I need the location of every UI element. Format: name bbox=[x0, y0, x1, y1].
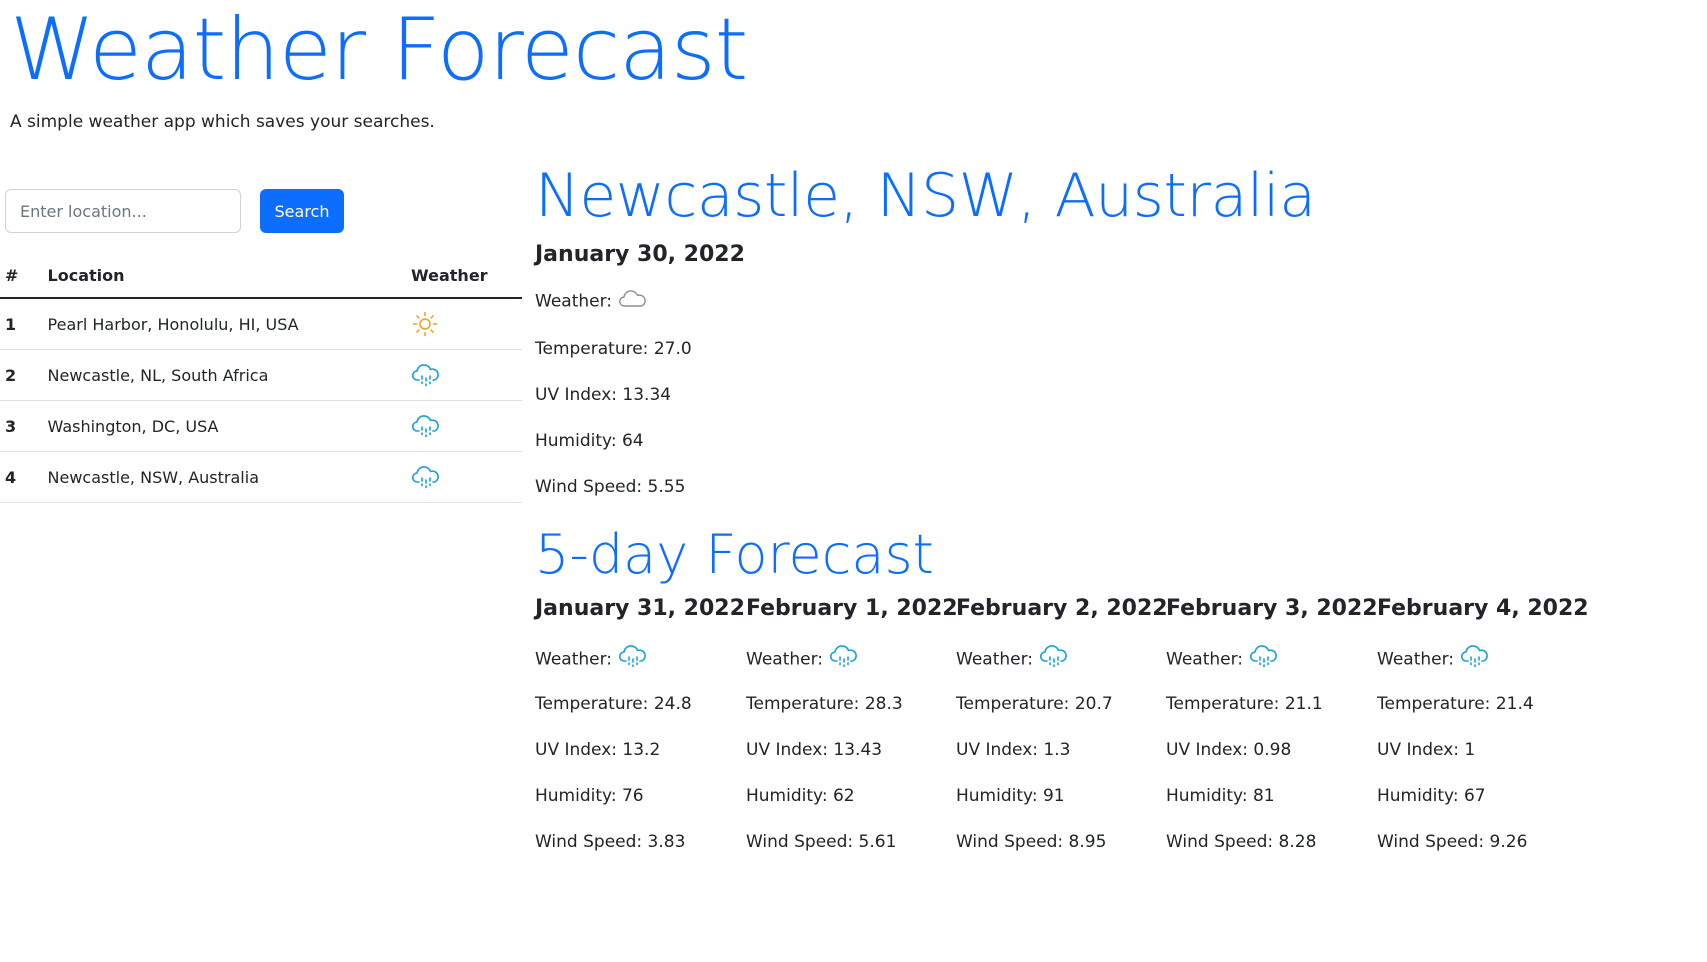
table-row[interactable]: 2 Newcastle, NL, South Africa bbox=[0, 349, 522, 401]
weather-label: Weather: bbox=[535, 291, 613, 312]
row-weather bbox=[406, 298, 522, 350]
forecast-uv-index: UV Index: 13.43 bbox=[746, 740, 883, 760]
forecast-heading: 5-day Forecast bbox=[535, 523, 934, 586]
table-row[interactable]: 4 Newcastle, NSW, Australia bbox=[0, 451, 522, 503]
forecast-weather-line: Weather: bbox=[956, 642, 1069, 677]
row-number: 1 bbox=[0, 298, 43, 350]
table-row[interactable]: 3 Washington, DC, USA bbox=[0, 400, 522, 452]
forecast-uv-index: UV Index: 0.98 bbox=[1166, 740, 1292, 760]
forecast-temperature: Temperature: 21.4 bbox=[1377, 694, 1534, 714]
current-temperature: Temperature: 27.0 bbox=[535, 339, 692, 359]
forecast-wind-speed: Wind Speed: 3.83 bbox=[535, 832, 686, 852]
forecast-wind-speed: Wind Speed: 8.28 bbox=[1166, 832, 1317, 852]
forecast-date: February 2, 2022 bbox=[956, 596, 1168, 621]
current-humidity: Humidity: 64 bbox=[535, 431, 644, 451]
row-weather bbox=[406, 400, 522, 452]
forecast-temperature: Temperature: 21.1 bbox=[1166, 694, 1323, 714]
column-header-weather: Weather bbox=[406, 254, 522, 299]
forecast-weather-line: Weather: bbox=[1377, 642, 1490, 677]
weather-label: Weather: bbox=[956, 649, 1034, 670]
forecast-humidity: Humidity: 62 bbox=[746, 786, 855, 806]
forecast-weather-line: Weather: bbox=[746, 642, 859, 677]
rain-cloud-icon bbox=[1460, 642, 1490, 677]
rain-cloud-icon bbox=[618, 642, 648, 677]
row-number: 2 bbox=[0, 349, 43, 401]
current-uv-index: UV Index: 13.34 bbox=[535, 385, 672, 405]
row-weather bbox=[406, 349, 522, 401]
location-search-input[interactable] bbox=[5, 189, 241, 233]
forecast-wind-speed: Wind Speed: 9.26 bbox=[1377, 832, 1528, 852]
row-weather bbox=[406, 451, 522, 503]
forecast-uv-index: UV Index: 1 bbox=[1377, 740, 1476, 760]
forecast-temperature: Temperature: 28.3 bbox=[746, 694, 903, 714]
forecast-date: February 1, 2022 bbox=[746, 596, 958, 621]
table-row[interactable]: 1 Pearl Harbor, Honolulu, HI, USA bbox=[0, 298, 522, 350]
search-history-table: # Location Weather 1 Pearl Harbor, Honol… bbox=[0, 254, 522, 503]
forecast-temperature: Temperature: 20.7 bbox=[956, 694, 1113, 714]
weather-label: Weather: bbox=[1377, 649, 1455, 670]
forecast-date: January 31, 2022 bbox=[535, 596, 745, 621]
row-location[interactable]: Newcastle, NL, South Africa bbox=[42, 349, 407, 401]
current-date: January 30, 2022 bbox=[535, 242, 745, 267]
app-title: Weather Forecast bbox=[10, 0, 748, 100]
forecast-uv-index: UV Index: 13.2 bbox=[535, 740, 661, 760]
rain-cloud-icon bbox=[411, 412, 522, 440]
forecast-weather-line: Weather: bbox=[1166, 642, 1279, 677]
current-wind-speed: Wind Speed: 5.55 bbox=[535, 477, 686, 497]
forecast-wind-speed: Wind Speed: 5.61 bbox=[746, 832, 897, 852]
rain-cloud-icon bbox=[411, 463, 522, 491]
search-button[interactable]: Search bbox=[260, 189, 344, 233]
rain-cloud-icon bbox=[411, 361, 522, 389]
weather-label: Weather: bbox=[1166, 649, 1244, 670]
rain-cloud-icon bbox=[1249, 642, 1279, 677]
current-city-heading: Newcastle, NSW, Australia bbox=[535, 161, 1316, 231]
row-number: 4 bbox=[0, 451, 43, 503]
table-header-row: # Location Weather bbox=[0, 254, 522, 299]
weather-label: Weather: bbox=[746, 649, 824, 670]
row-number: 3 bbox=[0, 400, 43, 452]
sun-icon bbox=[411, 310, 522, 338]
forecast-day-card: February 2, 2022 Weather: Temperature: 2… bbox=[956, 594, 1168, 852]
current-weather-line: Weather: bbox=[535, 287, 648, 316]
forecast-day-card: February 3, 2022 Weather: Temperature: 2… bbox=[1166, 594, 1378, 852]
forecast-day-card: January 31, 2022 Weather: Temperature: 2… bbox=[535, 594, 745, 852]
forecast-wind-speed: Wind Speed: 8.95 bbox=[956, 832, 1107, 852]
forecast-date: February 4, 2022 bbox=[1377, 596, 1589, 621]
forecast-weather-line: Weather: bbox=[535, 642, 648, 677]
column-header-number: # bbox=[0, 254, 43, 299]
rain-cloud-icon bbox=[829, 642, 859, 677]
forecast-uv-index: UV Index: 1.3 bbox=[956, 740, 1071, 760]
forecast-humidity: Humidity: 76 bbox=[535, 786, 644, 806]
forecast-day-card: February 4, 2022 Weather: Temperature: 2… bbox=[1377, 594, 1589, 852]
forecast-date: February 3, 2022 bbox=[1166, 596, 1378, 621]
rain-cloud-icon bbox=[1039, 642, 1069, 677]
row-location[interactable]: Pearl Harbor, Honolulu, HI, USA bbox=[42, 298, 407, 350]
row-location[interactable]: Newcastle, NSW, Australia bbox=[42, 451, 407, 503]
row-location[interactable]: Washington, DC, USA bbox=[42, 400, 407, 452]
column-header-location: Location bbox=[42, 254, 407, 299]
forecast-humidity: Humidity: 91 bbox=[956, 786, 1065, 806]
weather-label: Weather: bbox=[535, 649, 613, 670]
forecast-temperature: Temperature: 24.8 bbox=[535, 694, 692, 714]
app-subtitle: A simple weather app which saves your se… bbox=[10, 112, 435, 132]
forecast-humidity: Humidity: 81 bbox=[1166, 786, 1275, 806]
forecast-day-card: February 1, 2022 Weather: Temperature: 2… bbox=[746, 594, 958, 852]
cloud-icon bbox=[618, 287, 648, 316]
forecast-humidity: Humidity: 67 bbox=[1377, 786, 1486, 806]
